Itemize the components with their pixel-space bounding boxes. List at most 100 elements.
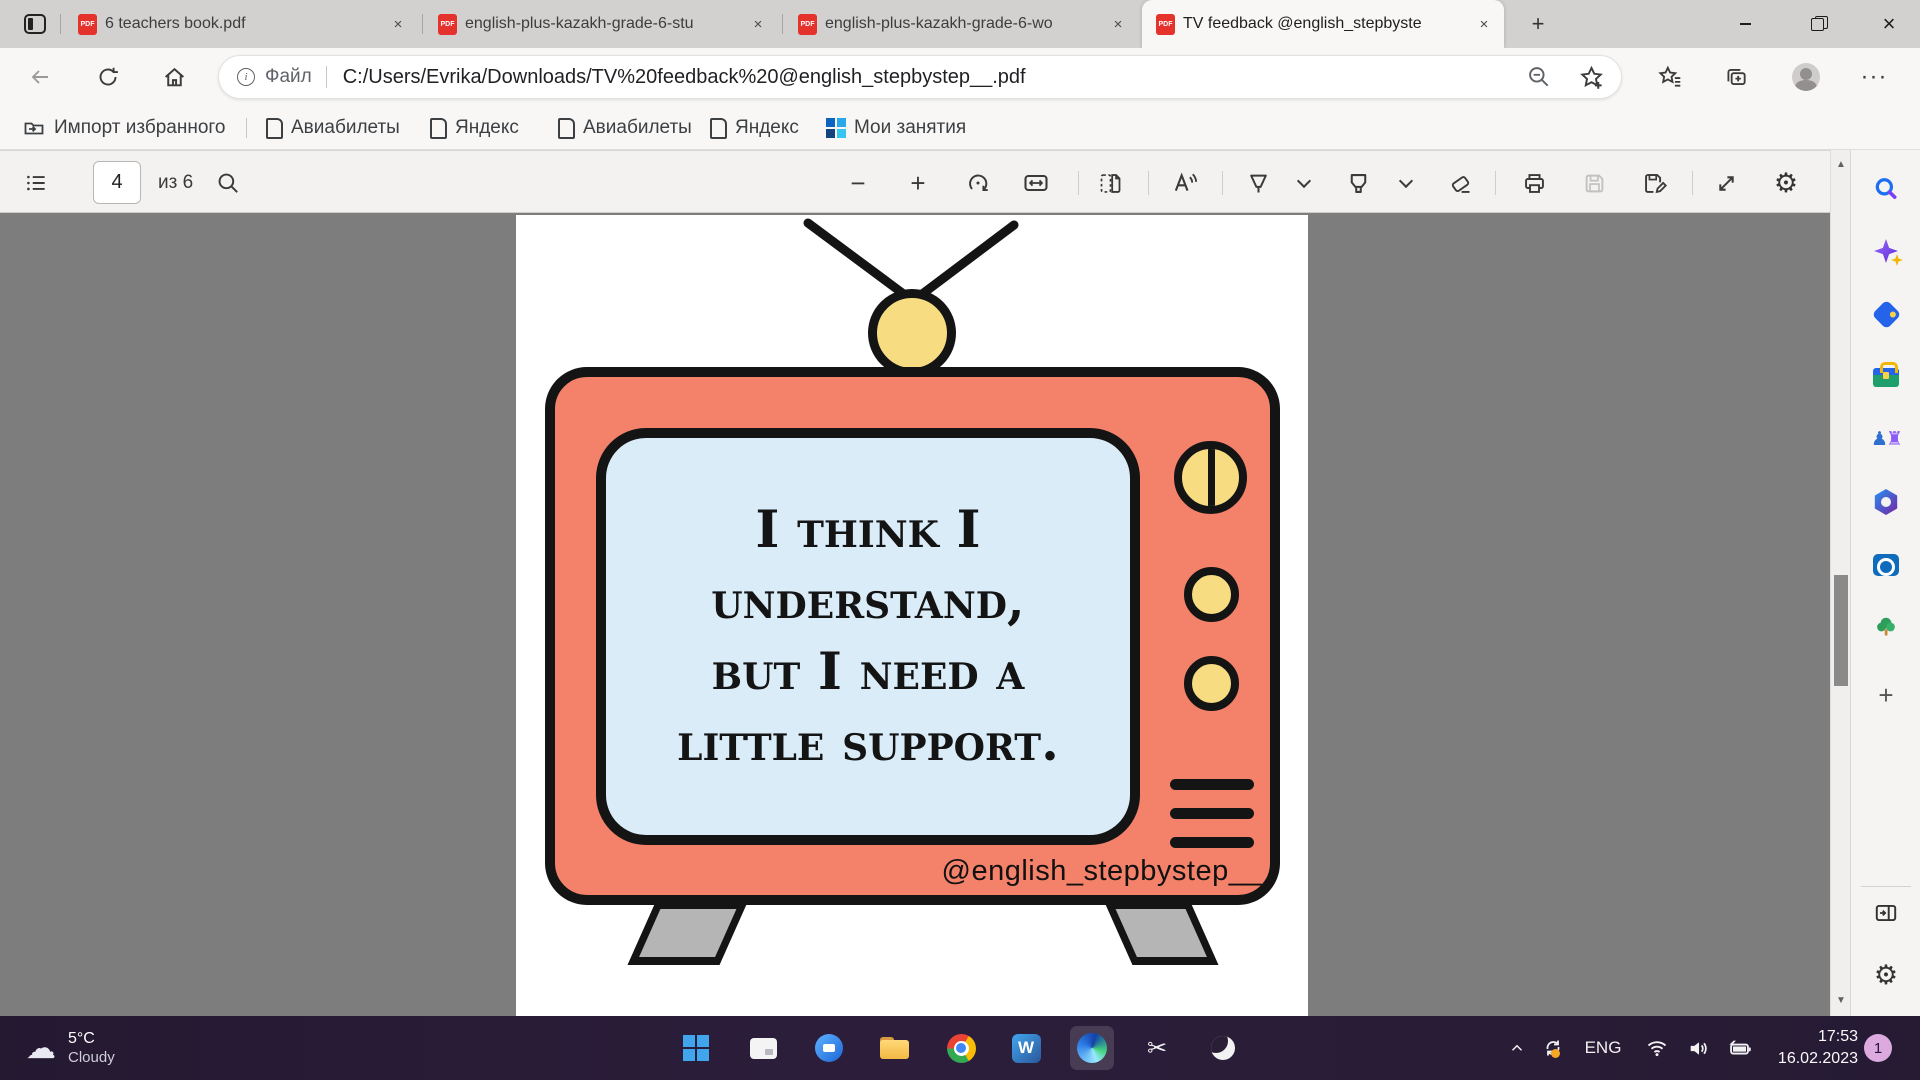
shopping-button[interactable] <box>1865 293 1907 335</box>
sidebar-settings-button[interactable]: ⚙ <box>1865 954 1907 996</box>
fit-width-icon <box>1022 169 1050 197</box>
games-button[interactable]: ♟♜ <box>1865 418 1907 460</box>
chat-app-button[interactable] <box>807 1026 851 1070</box>
highlighter-button[interactable] <box>1338 164 1378 202</box>
weather-condition: Cloudy <box>68 1049 115 1067</box>
url-text[interactable]: C:/Users/Evrika/Downloads/TV%20feedback%… <box>343 66 1518 89</box>
page-number-input[interactable] <box>93 161 141 204</box>
tree-app-button[interactable] <box>1865 606 1907 648</box>
tv-screen-text-line: little support. <box>677 708 1059 779</box>
search-icon <box>215 170 241 196</box>
sidebar-add-button[interactable]: + <box>1865 674 1907 716</box>
tv-speaker-bar <box>1170 779 1254 790</box>
zoom-in-button[interactable]: + <box>898 164 938 202</box>
page-view-button[interactable] <box>1090 164 1130 202</box>
pdf-search-button[interactable] <box>208 164 248 202</box>
erase-button[interactable] <box>1440 164 1480 202</box>
swoosh-app-button[interactable] <box>1201 1026 1245 1070</box>
copilot-button[interactable] <box>1865 230 1907 272</box>
save-button[interactable] <box>1574 164 1614 202</box>
draw-pen-button[interactable] <box>1238 164 1278 202</box>
tab-workbook[interactable]: PDF english-plus-kazakh-grade-6-wo × <box>784 0 1138 48</box>
collections-button[interactable] <box>1718 59 1754 95</box>
favorite-label: Яндекс <box>735 117 799 139</box>
import-favorites-button[interactable]: Импорт избранного <box>16 114 231 142</box>
rotate-icon <box>965 170 991 196</box>
refresh-button[interactable] <box>90 59 126 95</box>
onedrive-sync-button[interactable] <box>1535 1016 1571 1080</box>
pdf-viewport[interactable]: I think I understand, but I need a littl… <box>0 215 1830 1016</box>
toolbox-icon <box>1873 368 1899 387</box>
page-info-icon[interactable]: i <box>237 68 255 86</box>
favorites-button[interactable] <box>1652 59 1688 95</box>
chrome-button[interactable] <box>939 1026 983 1070</box>
file-explorer-button[interactable] <box>872 1026 916 1070</box>
favorite-aviabilety-1[interactable]: Авиабилеты <box>260 114 406 142</box>
pdf-scrollbar[interactable]: ▲ ▼ <box>1830 150 1850 1016</box>
window-close-button[interactable]: × <box>1860 0 1918 48</box>
word-icon: W <box>1012 1034 1041 1063</box>
tab-student-book[interactable]: PDF english-plus-kazakh-grade-6-stu × <box>424 0 778 48</box>
outlook-button[interactable] <box>1865 544 1907 586</box>
tab-teachers-book[interactable]: PDF 6 teachers book.pdf × <box>64 0 418 48</box>
snipping-tool-button[interactable]: ✂ <box>1135 1026 1179 1070</box>
tab-workspaces-button[interactable] <box>18 10 52 38</box>
back-button[interactable] <box>22 59 58 95</box>
url-divider <box>326 66 327 88</box>
pdf-settings-button[interactable]: ⚙ <box>1766 164 1806 202</box>
draw-pen-dropdown[interactable] <box>1288 164 1320 202</box>
fullscreen-button[interactable] <box>1706 164 1746 202</box>
open-sidebar-panel-button[interactable] <box>1865 892 1907 934</box>
zoom-out-button[interactable]: − <box>838 164 878 202</box>
tab-tv-feedback-active[interactable]: PDF TV feedback @english_stepbyste × <box>1142 0 1504 48</box>
tab-close-icon[interactable]: × <box>748 14 768 34</box>
notification-badge[interactable]: 1 <box>1864 1034 1892 1062</box>
task-view-button[interactable] <box>741 1026 785 1070</box>
favorite-yandex-1[interactable]: Яндекс <box>424 114 525 142</box>
chess-rook-icon: ♜ <box>1886 428 1901 451</box>
favorite-label: Мои занятия <box>854 117 966 139</box>
table-of-contents-button[interactable] <box>16 164 56 202</box>
edge-button-active[interactable] <box>1070 1026 1114 1070</box>
minus-icon: − <box>850 168 865 199</box>
fit-to-width-button[interactable] <box>1016 164 1056 202</box>
microsoft-365-button[interactable] <box>1865 481 1907 523</box>
sync-icon <box>1541 1036 1565 1060</box>
new-tab-button[interactable]: + <box>1522 8 1554 40</box>
home-button[interactable] <box>156 59 192 95</box>
read-aloud-button[interactable] <box>1164 164 1204 202</box>
weather-widget[interactable]: ☁ 5°C Cloudy <box>16 1016 125 1080</box>
clock-widget[interactable]: 17:53 16.02.2023 <box>1762 1016 1858 1080</box>
print-button[interactable] <box>1514 164 1554 202</box>
window-minimize-button[interactable] <box>1716 0 1774 48</box>
favorite-aviabilety-2[interactable]: Авиабилеты <box>552 114 698 142</box>
start-button[interactable] <box>674 1026 718 1070</box>
rotate-button[interactable] <box>958 164 998 202</box>
window-restore-button[interactable] <box>1788 0 1846 48</box>
zoom-out-icon[interactable] <box>1526 64 1552 90</box>
address-bar[interactable]: i Файл C:/Users/Evrika/Downloads/TV%20fe… <box>218 55 1622 99</box>
tab-close-icon[interactable]: × <box>1474 14 1494 34</box>
scrollbar-thumb[interactable] <box>1834 575 1848 686</box>
scroll-up-icon[interactable]: ▲ <box>1831 154 1851 174</box>
battery-button[interactable] <box>1718 1016 1760 1080</box>
favorite-moi-zanyatiya[interactable]: Мои занятия <box>820 114 972 142</box>
tray-overflow-button[interactable] <box>1500 1016 1534 1080</box>
grid-app-icon <box>826 118 846 138</box>
tools-button[interactable] <box>1865 356 1907 398</box>
language-indicator[interactable]: ENG <box>1578 1016 1628 1080</box>
wifi-button[interactable] <box>1638 1016 1676 1080</box>
outlook-icon <box>1873 554 1899 576</box>
profile-button[interactable] <box>1788 59 1824 95</box>
bing-search-button[interactable] <box>1865 168 1907 210</box>
add-favorite-star-icon[interactable] <box>1578 64 1605 91</box>
favorite-yandex-2[interactable]: Яндекс <box>704 114 805 142</box>
tab-close-icon[interactable]: × <box>1108 14 1128 34</box>
volume-button[interactable] <box>1678 1016 1718 1080</box>
save-as-button[interactable] <box>1634 164 1674 202</box>
tab-close-icon[interactable]: × <box>388 14 408 34</box>
word-button[interactable]: W <box>1004 1026 1048 1070</box>
settings-menu-button[interactable]: ··· <box>1856 59 1892 95</box>
scroll-down-icon[interactable]: ▼ <box>1831 990 1851 1010</box>
highlighter-dropdown[interactable] <box>1390 164 1422 202</box>
